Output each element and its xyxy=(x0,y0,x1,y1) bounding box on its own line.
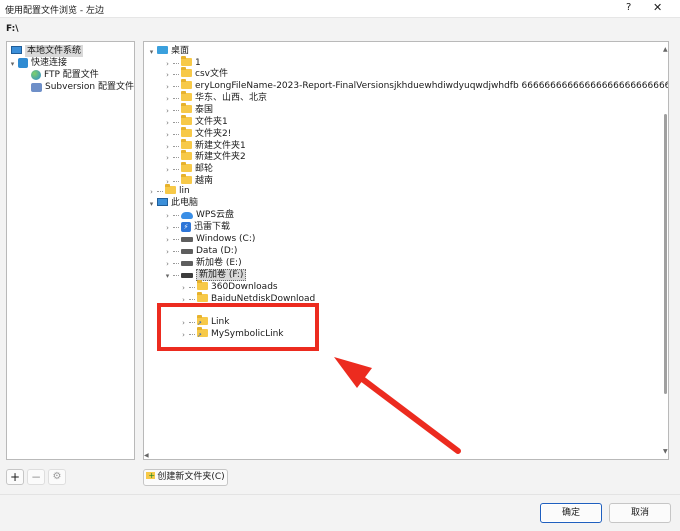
expand-toggle[interactable]: › xyxy=(164,222,171,234)
expand-toggle[interactable]: › xyxy=(164,93,171,105)
folder-icon xyxy=(181,139,192,149)
folder-icon xyxy=(181,115,192,125)
drive-icon xyxy=(181,272,193,278)
settings-button[interactable]: ⚙ xyxy=(48,469,66,485)
expand-toggle[interactable]: › xyxy=(164,129,171,141)
expand-toggle[interactable]: › xyxy=(164,81,171,93)
scroll-up-arrow[interactable]: ▲ xyxy=(663,46,668,53)
folder-icon xyxy=(181,162,192,172)
folder-icon xyxy=(181,67,192,77)
xunlei-icon: ⚡ xyxy=(181,222,191,232)
expand-toggle[interactable]: › xyxy=(148,186,155,198)
expand-toggle[interactable]: › xyxy=(164,234,171,246)
collapse-toggle[interactable]: ▾ xyxy=(9,58,16,70)
folder-icon xyxy=(181,174,192,184)
folder-icon xyxy=(165,184,176,194)
folder-icon xyxy=(181,150,192,160)
tree-item-drive-e[interactable]: › 新加卷 (E:) xyxy=(164,257,242,269)
expand-toggle[interactable]: › xyxy=(164,117,171,129)
folder-icon xyxy=(181,103,192,113)
tree-item-xunlei[interactable]: › ⚡ 迅雷下载 xyxy=(164,221,230,233)
tree-item-folder[interactable]: › 文件夹1 xyxy=(164,115,228,129)
desktop-icon xyxy=(157,46,168,54)
new-folder-button[interactable]: 创建新文件夹(C) xyxy=(143,468,228,486)
folder-tree-panel[interactable]: ▲ ▾ 桌面 › 1 › csv文件 › eryLongFileName-2023-Re… xyxy=(143,41,669,460)
tree-item-folder[interactable]: › 360Downloads xyxy=(180,280,278,294)
expand-toggle[interactable]: › xyxy=(164,152,171,164)
expand-toggle[interactable]: › xyxy=(180,282,187,294)
tree-item-ftp-profiles[interactable]: FTP 配置文件 xyxy=(31,69,99,81)
new-folder-icon xyxy=(146,468,156,483)
tree-item-folder[interactable]: › 泰国 xyxy=(164,103,213,117)
folder-icon xyxy=(181,127,192,137)
vertical-scrollbar[interactable] xyxy=(664,114,667,394)
remove-button[interactable]: − xyxy=(27,469,45,485)
ok-button[interactable]: 确定 xyxy=(540,503,602,523)
current-path: F:\ xyxy=(6,24,19,34)
globe-icon xyxy=(31,70,41,80)
cancel-button[interactable]: 取消 xyxy=(609,503,671,523)
tree-item-folder[interactable]: › 新建文件夹2 xyxy=(164,150,246,164)
tree-item-local-filesystem[interactable]: 本地文件系统 xyxy=(11,45,84,57)
tree-item-folder[interactable]: › 文件夹2! xyxy=(164,127,231,141)
profile-tree-panel[interactable]: 本地文件系统 ▾ 快速连接 FTP 配置文件 Subversion 配置文件 xyxy=(6,41,135,460)
expand-toggle[interactable]: › xyxy=(164,246,171,258)
tree-item-folder[interactable]: › csv文件 xyxy=(164,67,228,81)
tree-item-drive-c[interactable]: › Windows (C:) xyxy=(164,233,255,245)
expand-toggle[interactable]: › xyxy=(164,210,171,222)
computer-icon xyxy=(157,198,168,206)
monitor-icon xyxy=(11,46,22,54)
cloud-icon xyxy=(181,211,193,219)
tree-item-lin[interactable]: › lin xyxy=(148,184,190,198)
drive-icon xyxy=(181,236,193,242)
window-title: 使用配置文件浏览 - 左边 xyxy=(5,6,104,16)
folder-icon xyxy=(181,56,192,66)
drive-icon xyxy=(181,260,193,266)
tree-item-drive-f[interactable]: ▾ 新加卷 (F:) xyxy=(164,269,247,282)
collapse-toggle[interactable]: ▾ xyxy=(164,270,171,282)
tree-item-folder[interactable]: › 邮轮 xyxy=(164,162,213,176)
folder-icon xyxy=(197,292,208,302)
expand-toggle[interactable]: › xyxy=(164,164,171,176)
tree-item-folder[interactable]: › eryLongFileName-2023-Report-FinalVersio… xyxy=(164,79,668,93)
expand-toggle[interactable]: › xyxy=(164,105,171,117)
expand-toggle[interactable]: › xyxy=(164,258,171,270)
tree-item-this-pc[interactable]: ▾ 此电脑 xyxy=(148,197,198,209)
drive-icon xyxy=(181,248,193,254)
tree-item-drive-d[interactable]: › Data (D:) xyxy=(164,245,237,257)
add-button[interactable]: + xyxy=(6,469,24,485)
close-button[interactable]: ✕ xyxy=(653,1,662,14)
expand-toggle[interactable]: › xyxy=(164,69,171,81)
folder-icon xyxy=(181,79,192,89)
help-button[interactable]: ? xyxy=(626,2,631,13)
svn-icon xyxy=(31,82,42,92)
collapse-toggle[interactable]: ▾ xyxy=(148,198,155,210)
tree-item-quick-connect[interactable]: ▾ 快速连接 xyxy=(9,57,67,69)
scroll-left-arrow[interactable]: ◀ xyxy=(144,452,149,459)
scroll-down-arrow[interactable]: ▼ xyxy=(663,448,668,455)
tree-item-folder[interactable]: › 华东、山西、北京 xyxy=(164,91,267,105)
folder-icon xyxy=(181,91,192,101)
title-bar: 使用配置文件浏览 - 左边 ? ✕ xyxy=(0,0,680,18)
quick-connect-icon xyxy=(18,58,28,68)
bottom-separator xyxy=(0,494,680,495)
collapse-toggle[interactable]: ▾ xyxy=(148,46,155,58)
tree-item-svn-profiles[interactable]: Subversion 配置文件 xyxy=(31,81,134,93)
folder-icon xyxy=(197,280,208,290)
tree-item-wps-cloud[interactable]: › WPS云盘 xyxy=(164,209,234,221)
annotation-highlight-box xyxy=(157,303,319,351)
